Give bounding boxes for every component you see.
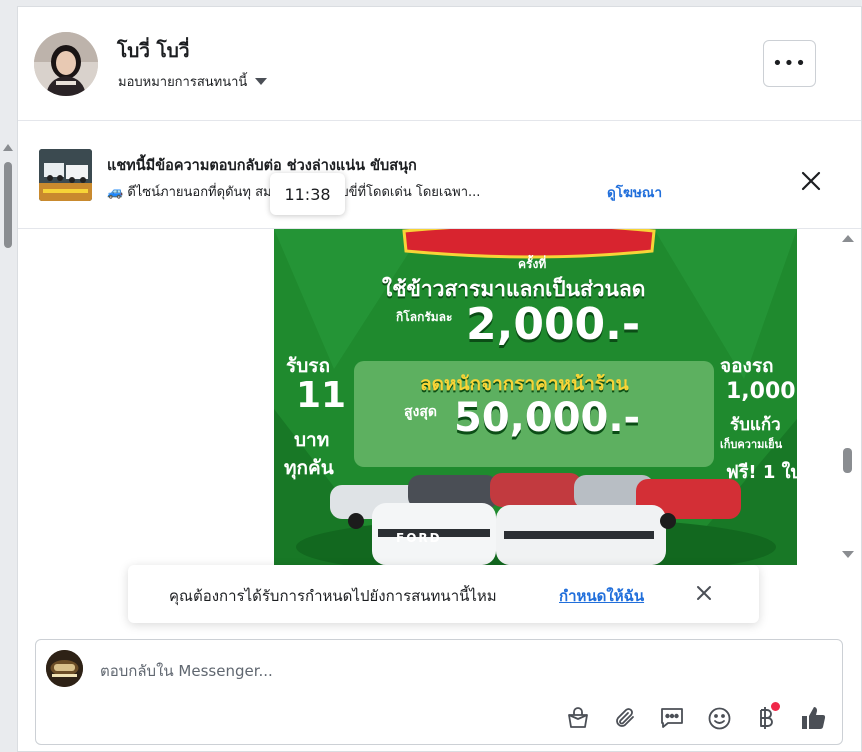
emoji-icon[interactable] — [703, 702, 735, 734]
ad-discount-value: 50,000.- — [454, 395, 641, 441]
ad-reply-banner: แชทนี้มีข้อความตอบกลับต่อ ช่วงล่างแน่น ข… — [18, 123, 861, 229]
scroll-down-arrow-icon[interactable] — [842, 551, 854, 558]
view-ad-link[interactable]: ดูโฆษณา — [607, 181, 662, 203]
scrollbar-thumb[interactable] — [843, 448, 852, 473]
baht-payment-icon[interactable] — [750, 702, 782, 734]
ad-per-kg: กิโลกรัมละ — [396, 310, 453, 324]
assign-label: มอบหมายการสนทนานี้ — [118, 75, 248, 90]
ad-right-1: จองรถ — [720, 355, 774, 377]
banner-title: แชทนี้มีข้อความตอบกลับต่อ ช่วงล่างแน่น ข… — [107, 158, 417, 174]
caret-down-icon — [255, 78, 268, 85]
saved-reply-icon[interactable] — [656, 702, 688, 734]
page-avatar — [46, 650, 83, 687]
ad-left-3: บาท — [294, 429, 330, 451]
banner-description: 🚙 ดีไซน์ภายนอกที่ดุดันทุ สมรรถนะการขับขี… — [107, 185, 481, 200]
scroll-up-arrow-icon[interactable] — [3, 144, 13, 151]
assign-prompt-text: คุณต้องการได้รับการกำหนดไปยังการสนทนานี้… — [169, 587, 497, 605]
paperclip-icon[interactable] — [609, 702, 641, 734]
scroll-up-arrow-icon[interactable] — [842, 235, 854, 242]
assign-to-me-link[interactable]: กำหนดให้ฉัน — [559, 584, 644, 608]
scrollbar-thumb[interactable] — [4, 162, 12, 248]
contact-name[interactable]: โบวี่ โบวี่ — [117, 36, 189, 66]
message-list: ครั้งที่ ใช้ข้าวสารมาแลกเป็นส่วนลด กิโลก… — [18, 229, 861, 639]
ad-price-big: 2,000.- — [466, 299, 641, 350]
page-scrollbar[interactable] — [0, 140, 16, 752]
shop-bag-icon[interactable] — [562, 702, 594, 734]
ad-small-top: ครั้งที่ — [518, 257, 547, 271]
conversation-panel: โบวี่ โบวี่ มอบหมายการสนทนานี้ ••• แชทนี… — [17, 6, 862, 752]
ad-right-2: 1,000 — [726, 379, 796, 404]
ad-right-4: เก็บความเย็น — [720, 438, 783, 451]
ad-image-message[interactable]: ครั้งที่ ใช้ข้าวสารมาแลกเป็นส่วนลด กิโลก… — [274, 229, 797, 565]
more-options-button[interactable]: ••• — [763, 40, 816, 87]
composer-toolbar — [562, 702, 844, 734]
close-icon[interactable] — [798, 168, 824, 194]
close-icon[interactable] — [694, 583, 714, 603]
ad-right-3: รับแก้ว — [730, 415, 781, 435]
reply-input[interactable] — [100, 662, 700, 680]
ad-max-label: สูงสุด — [404, 404, 438, 420]
thumbs-up-icon[interactable] — [797, 702, 829, 734]
ad-thumbnail[interactable] — [39, 149, 92, 201]
messages-scrollbar[interactable] — [840, 229, 856, 569]
conversation-header: โบวี่ โบวี่ มอบหมายการสนทนานี้ ••• — [18, 7, 861, 121]
contact-avatar[interactable] — [34, 32, 98, 96]
reply-composer — [35, 639, 843, 745]
ad-right-5: ฟรี! 1 ใบ — [726, 462, 797, 483]
assign-to-me-prompt: คุณต้องการได้รับการกำหนดไปยังการสนทนานี้… — [128, 565, 759, 623]
ad-brand: FORD — [396, 531, 442, 545]
ad-left-4: ทุกคัน — [284, 457, 334, 479]
assign-conversation-dropdown[interactable]: มอบหมายการสนทนานี้ — [118, 71, 268, 92]
inbox-window: โบวี่ โบวี่ มอบหมายการสนทนานี้ ••• แชทนี… — [0, 0, 862, 752]
timestamp-tooltip: 11:38 — [270, 173, 345, 215]
notification-dot — [771, 702, 780, 711]
ad-left-2: 11 — [296, 375, 347, 416]
